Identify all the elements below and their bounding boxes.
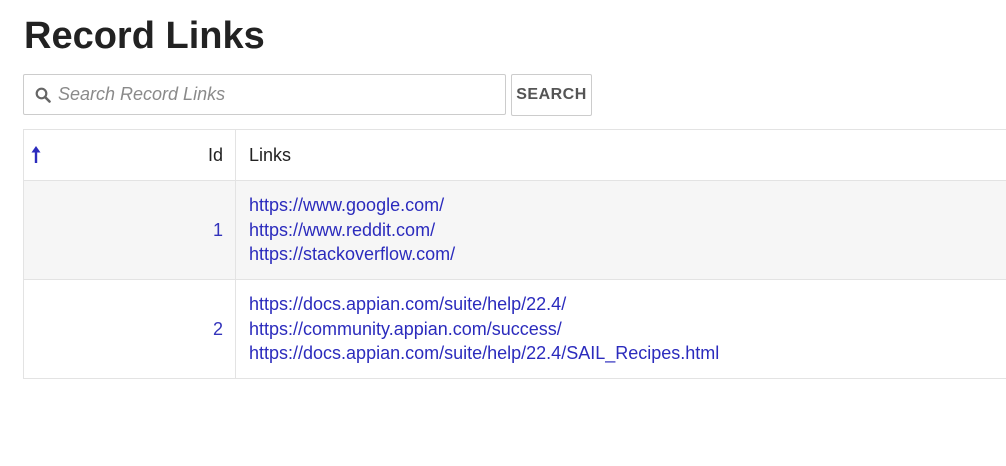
record-link[interactable]: https://community.appian.com/success/ [249,317,1006,342]
search-input[interactable] [58,76,505,113]
column-header-links: Links [235,129,1006,181]
record-link[interactable]: https://docs.appian.com/suite/help/22.4/… [249,341,1006,366]
page: Record Links SEARCH [0,0,1006,466]
row-id-cell: 2 [23,279,236,379]
sort-ascending-arrow-icon [30,145,42,165]
records-grid: Id Links 1 https://www.google.com/ https… [23,129,1006,379]
search-bar: SEARCH [23,74,592,116]
column-header-id[interactable]: Id [23,129,236,181]
table-row: 2 https://docs.appian.com/suite/help/22.… [23,279,1006,379]
search-icon [34,86,52,104]
search-box[interactable] [23,74,506,115]
record-link[interactable]: https://stackoverflow.com/ [249,242,1006,267]
row-id-cell: 1 [23,180,236,280]
column-header-links-label: Links [249,144,292,165]
row-links-cell: https://www.google.com/ https://www.redd… [235,180,1006,280]
page-title: Record Links [24,15,265,57]
search-button[interactable]: SEARCH [511,74,592,116]
record-link[interactable]: https://docs.appian.com/suite/help/22.4/ [249,292,1006,317]
table-row: 1 https://www.google.com/ https://www.re… [23,180,1006,280]
row-links-cell: https://docs.appian.com/suite/help/22.4/… [235,279,1006,379]
record-link[interactable]: https://www.reddit.com/ [249,218,1006,243]
column-header-id-label: Id [207,144,223,165]
record-link[interactable]: https://www.google.com/ [249,193,1006,218]
grid-header-row: Id Links [23,129,1006,181]
